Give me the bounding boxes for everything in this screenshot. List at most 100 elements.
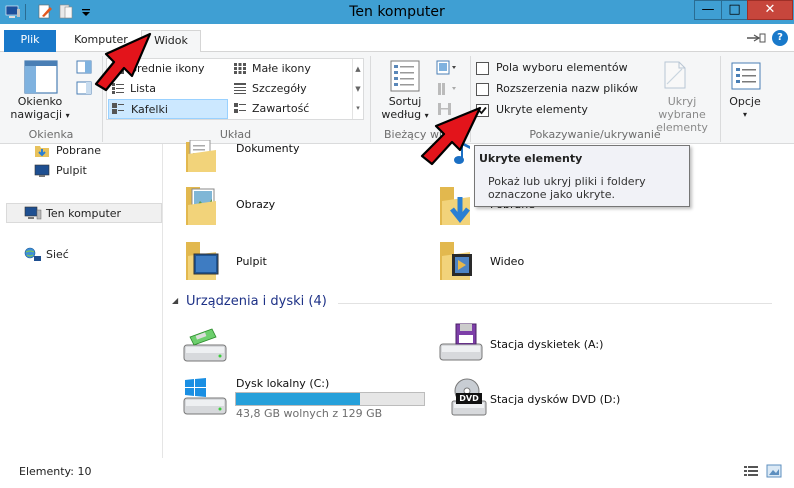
large-icons-view-icon[interactable] (766, 464, 782, 478)
scroll-down-icon: ▼ (355, 85, 361, 93)
options-button[interactable]: Opcje ▾ (723, 95, 767, 121)
file-extensions-label: Rozszerzenia nazw plików (496, 82, 639, 95)
disk-usage-fill (236, 393, 361, 405)
network-icon (24, 247, 41, 261)
properties-icon[interactable] (37, 4, 53, 20)
nav-item-downloads[interactable]: Pobrane (34, 141, 158, 161)
documents-folder-icon (186, 140, 216, 172)
desktop-icon (34, 164, 50, 177)
disk-free-space: 43,8 GB wolnych z 129 GB (236, 407, 383, 420)
file-extensions-checkbox[interactable] (476, 83, 489, 96)
device-label: Stacja dysków DVD (D:) (490, 393, 621, 406)
content-icon (234, 103, 246, 113)
add-columns-icon[interactable] (436, 81, 458, 97)
navigation-pane-button[interactable]: Okienko nawigacji ▾ (8, 95, 72, 122)
layout-details-label: Szczegóły (252, 82, 307, 95)
customize-toolbar-icon[interactable] (78, 4, 94, 20)
folder-label: Pulpit (236, 255, 267, 268)
nav-item-label: Sieć (46, 248, 69, 261)
dropdown-arrow-icon: ▾ (742, 110, 747, 119)
device-label: Dysk lokalny (C:) (236, 377, 330, 390)
folder-label: Dokumenty (236, 142, 300, 155)
tab-file[interactable]: Plik (4, 30, 56, 52)
close-button[interactable]: ✕ (747, 0, 793, 20)
group-label-panes: Okienka (28, 128, 74, 141)
layout-content[interactable]: Zawartość (230, 99, 350, 119)
sort-by-icon (390, 60, 420, 92)
layout-content-label: Zawartość (252, 102, 310, 115)
status-bar (0, 458, 794, 488)
preview-pane-icon[interactable] (76, 60, 92, 74)
desktop-folder-icon (186, 242, 219, 280)
folder-tile-pictures[interactable]: Obrazy (184, 183, 384, 229)
navigation-pane-label-line2: nawigacji (10, 108, 63, 121)
layout-small-icons-label: Małe ikony (252, 62, 311, 75)
floppy-drive-icon (439, 323, 483, 361)
downloads-folder-icon (35, 146, 49, 157)
header-rule (338, 303, 772, 304)
removable-drive-icon[interactable] (182, 325, 228, 365)
layout-small-icons[interactable]: Małe ikony (230, 59, 350, 79)
nav-item-this-pc[interactable]: Ten komputer (6, 203, 162, 223)
annotation-arrow-icon (94, 32, 152, 92)
navigation-pane-icon (24, 60, 58, 94)
device-tile-dvd[interactable]: DVD Stacja dysków DVD (D:) (450, 377, 650, 421)
nav-item-desktop[interactable]: Pulpit (34, 161, 158, 181)
hide-selected-label: Ukryj wybrane (658, 95, 706, 121)
tiles-icon (112, 103, 124, 114)
disk-usage-bar (235, 392, 425, 406)
videos-folder-icon (440, 242, 472, 280)
layout-details[interactable]: Szczegóły (230, 79, 350, 99)
folder-label: Wideo (490, 255, 525, 268)
hidden-items-label: Ukryte elementy (496, 103, 588, 116)
pin-ribbon-icon[interactable] (745, 31, 767, 45)
minimize-button[interactable]: — (694, 0, 722, 20)
new-folder-icon[interactable] (58, 4, 74, 20)
tooltip-body-line1: Pokaż lub ukryj pliki i foldery (488, 175, 646, 188)
help-button[interactable]: ? (772, 30, 788, 46)
tooltip-body-line2: oznaczone jako ukryte. (488, 188, 615, 201)
navigation-pane[interactable] (0, 144, 163, 458)
ribbon-separator (370, 56, 371, 142)
options-label: Opcje (729, 95, 761, 108)
navigation-pane-label: Okienko (17, 95, 63, 108)
gallery-expand-icon: ▾ (356, 104, 360, 112)
window-title: Ten komputer (349, 4, 445, 20)
item-checkboxes-label: Pola wyboru elementów (496, 61, 628, 74)
item-checkboxes-option[interactable]: Pola wyboru elementów (476, 61, 646, 77)
nav-item-label: Ten komputer (46, 207, 122, 220)
layout-gallery-scroller[interactable]: ▲ ▼ ▾ (352, 59, 363, 119)
maximize-button[interactable]: □ (721, 0, 748, 20)
group-by-icon[interactable] (436, 60, 458, 76)
layout-tiles[interactable]: Kafelki (108, 99, 228, 119)
device-tile-floppy[interactable]: Stacja dyskietek (A:) (438, 322, 638, 366)
details-pane-icon[interactable] (76, 81, 92, 95)
ribbon-separator (720, 56, 721, 142)
tooltip-title: Ukryte elementy (479, 152, 583, 165)
devices-group-header[interactable]: ◢ Urządzenia i dyski (4) (172, 294, 772, 312)
file-extensions-option[interactable]: Rozszerzenia nazw plików (476, 82, 646, 98)
details-icon (234, 83, 246, 94)
options-icon (731, 62, 761, 90)
qa-separator (25, 4, 26, 20)
item-count: Elementy: 10 (19, 465, 92, 478)
group-label-show-hide: Pokazywanie/ukrywanie (529, 128, 661, 141)
device-tile-local-disk[interactable]: Dysk lokalny (C:) 43,8 GB wolnych z 129 … (182, 376, 432, 422)
item-checkboxes-checkbox[interactable] (476, 62, 489, 75)
folder-label: Obrazy (236, 198, 276, 211)
computer-icon (5, 5, 20, 18)
collapse-arrow-icon: ◢ (172, 296, 179, 305)
layout-tiles-label: Kafelki (131, 103, 168, 116)
nav-item-label: Pobrane (56, 144, 101, 157)
hidden-items-option[interactable]: Ukryte elementy (476, 103, 646, 119)
tooltip-body: Pokaż lub ukryj pliki i foldery oznaczon… (488, 175, 646, 201)
details-view-icon[interactable] (744, 465, 758, 477)
computer-icon (24, 206, 42, 220)
folder-tile-documents[interactable]: Dokumenty (184, 140, 384, 180)
pictures-folder-icon (186, 187, 216, 225)
devices-header-label: Urządzenia i dyski (4) (186, 294, 327, 309)
folder-tile-videos[interactable]: Wideo (438, 238, 638, 284)
folder-tile-desktop[interactable]: Pulpit (184, 238, 384, 284)
device-label: Stacja dyskietek (A:) (490, 338, 604, 351)
nav-item-network[interactable]: Sieć (24, 245, 158, 265)
